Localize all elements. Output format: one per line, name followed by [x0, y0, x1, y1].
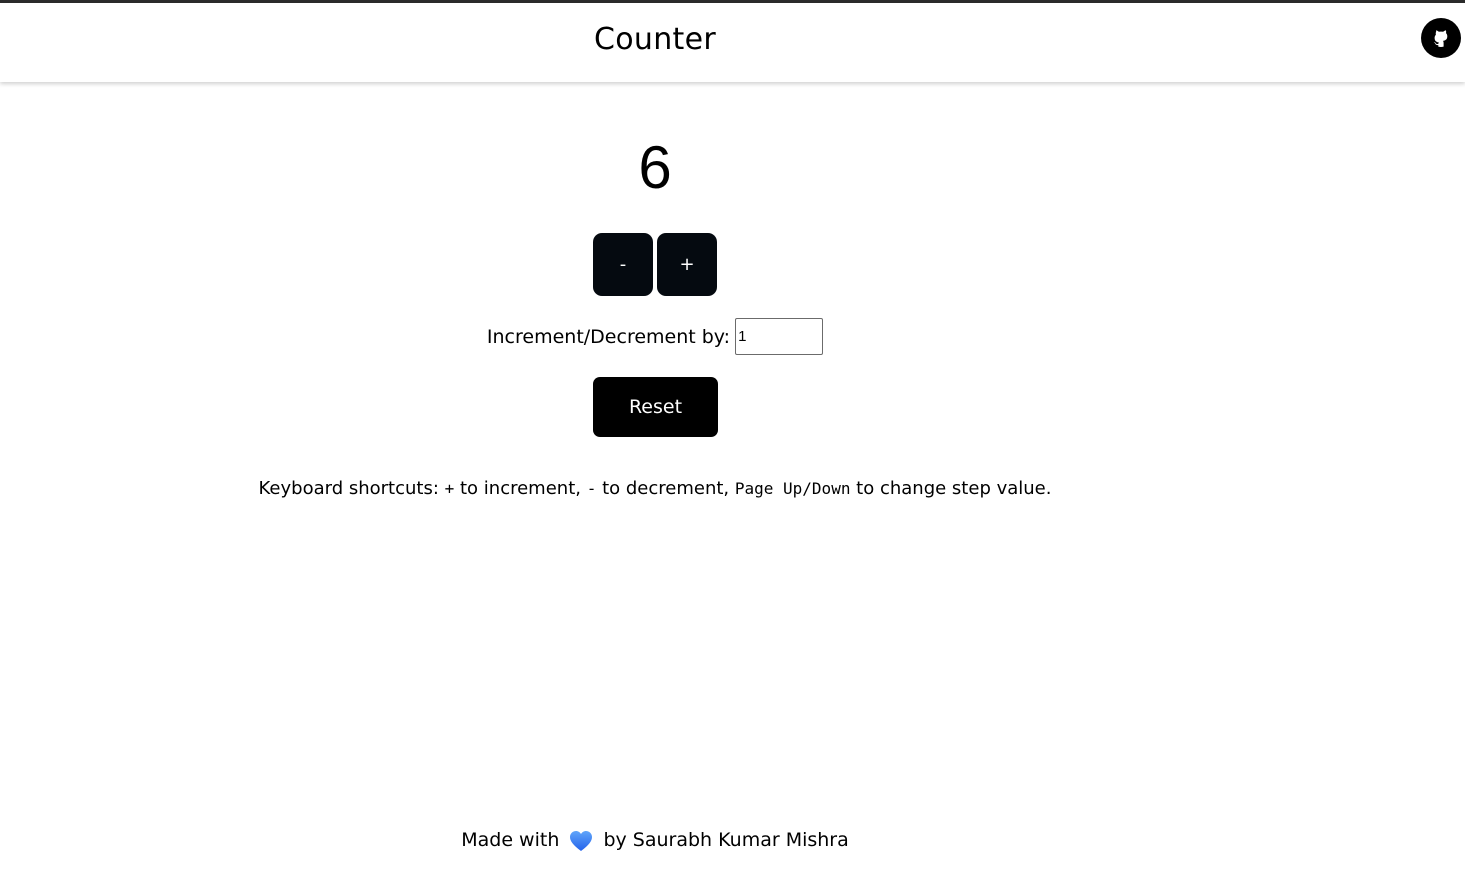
app-title: Counter: [594, 22, 716, 57]
step-label: Increment/Decrement by:: [486, 325, 731, 348]
page-key: Page Up/Down: [734, 479, 851, 498]
heart-icon: [570, 830, 593, 851]
reset-button[interactable]: Reset: [593, 377, 718, 437]
footer: Made with by Saurabh Kumar Mishra: [0, 829, 1310, 852]
footer-author: by Saurabh Kumar Mishra: [603, 829, 849, 851]
step-input[interactable]: [735, 318, 824, 355]
plus-key: +: [444, 479, 455, 498]
page-desc: to change step value.: [850, 478, 1052, 499]
decrement-button[interactable]: -: [593, 233, 653, 296]
github-icon: [1433, 30, 1448, 47]
keyboard-shortcuts-text: Keyboard shortcuts: + to increment, - to…: [0, 478, 1310, 499]
step-row: Increment/Decrement by:: [0, 318, 1310, 355]
minus-key: -: [586, 479, 597, 498]
minus-desc: to decrement,: [596, 478, 735, 499]
counter-value: 6: [638, 134, 672, 201]
github-link[interactable]: [1421, 18, 1461, 58]
increment-button[interactable]: +: [657, 233, 717, 296]
shortcuts-prefix: Keyboard shortcuts:: [258, 478, 445, 499]
app-header: Counter: [0, 3, 1465, 82]
footer-made-with: Made with: [461, 829, 560, 851]
plus-desc: to increment,: [454, 478, 587, 499]
